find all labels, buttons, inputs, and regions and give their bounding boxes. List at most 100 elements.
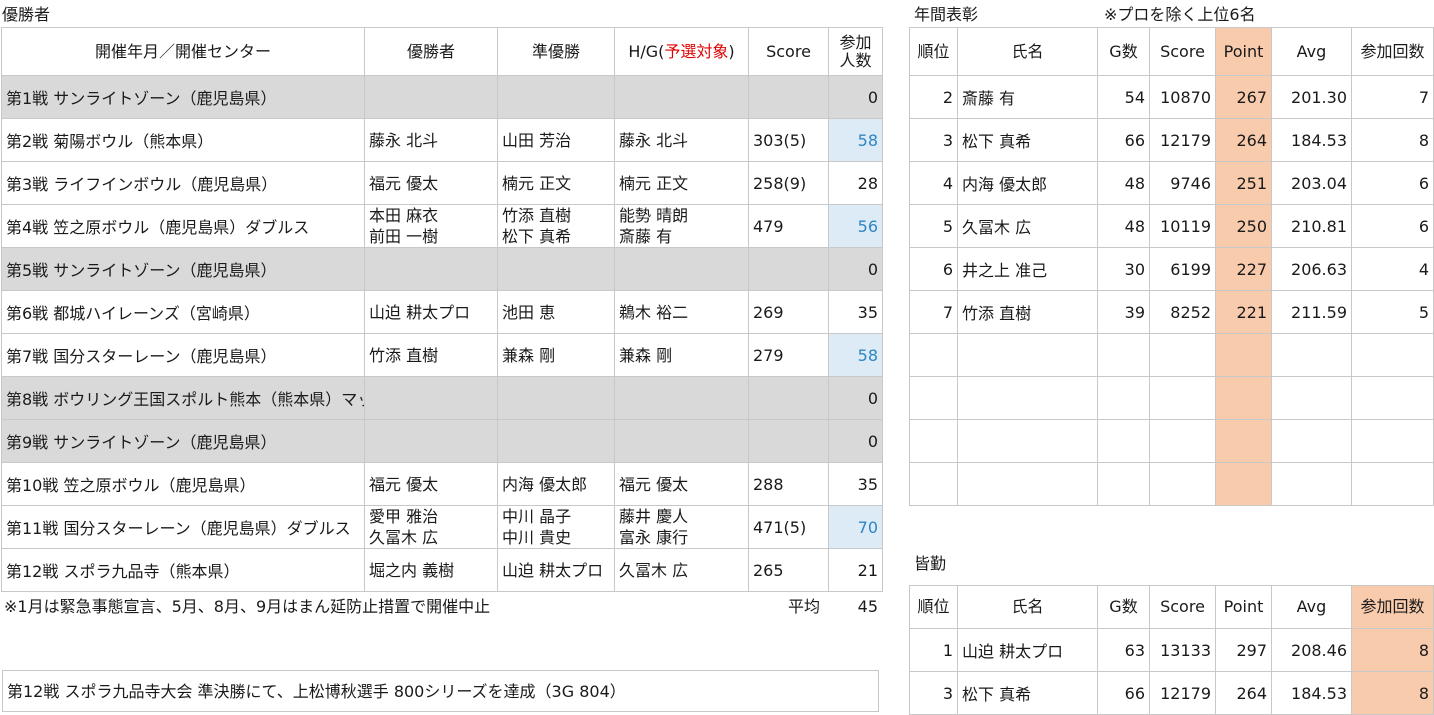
winner-name: 福元 優太 <box>369 474 439 494</box>
score-cell <box>748 247 829 291</box>
rank-cell: 6 <box>909 247 958 291</box>
avg-cell: 201.30 <box>1271 75 1352 119</box>
winner-name: 山迫 耕太プロ <box>369 302 471 322</box>
achievement-note: 第12戦 スポラ九品寺大会 準決勝にて、上松博秋選手 800シリーズを達成（3G… <box>2 670 879 712</box>
header-winner: 優勝者 <box>364 27 498 76</box>
hg-cell: 藤井 慶人 富永 康行 <box>614 505 749 549</box>
hg-cell: 楠元 正文 <box>614 161 749 205</box>
score-cell: 10119 <box>1149 204 1216 248</box>
point-cell <box>1215 333 1272 377</box>
runner-up-cell: 池田 恵 <box>497 290 615 334</box>
runner-up-cell: 山迫 耕太プロ <box>497 548 615 592</box>
point-cell <box>1215 376 1272 420</box>
hg-name: 鵜木 裕二 <box>619 302 689 322</box>
avg-cell <box>1271 376 1352 420</box>
runner-up-name: 松下 真希 <box>502 227 572 246</box>
table-row: 第7戦 国分スターレーン（鹿児島県） 竹添 直樹 兼森 剛 兼森 剛 279 58 <box>1 333 883 377</box>
score-cell: 258(9) <box>748 161 829 205</box>
score-cell <box>1149 419 1216 463</box>
score-cell: 269 <box>748 290 829 334</box>
winner-name: 竹添 直樹 <box>369 345 439 365</box>
score-cell: 9746 <box>1149 161 1216 205</box>
rank-cell: 5 <box>909 204 958 248</box>
winner-name: 愛甲 雅治 <box>369 507 439 526</box>
header-avg: Avg <box>1271 585 1352 629</box>
winner-cell: 福元 優太 <box>364 462 498 506</box>
annual-table: 順位 氏名 G数 Score Point Avg 参加回数 2 斎藤 有 54 10870 267 2… <box>909 27 1434 506</box>
table-row <box>909 333 1434 377</box>
runner-up-name: 池田 恵 <box>502 302 556 322</box>
winner-name: 久冨木 広 <box>369 528 439 547</box>
winner-cell <box>364 376 498 420</box>
point-cell <box>1215 419 1272 463</box>
participants-cell: 56 <box>828 204 883 248</box>
score-cell: 6199 <box>1149 247 1216 291</box>
runner-up-name: 楠元 正文 <box>502 173 572 193</box>
winner-name: 本田 麻衣 <box>369 206 439 225</box>
avg-cell: 210.81 <box>1271 204 1352 248</box>
attendance-cell <box>1351 333 1434 377</box>
score-cell: 12179 <box>1149 118 1216 162</box>
header-name: 氏名 <box>957 27 1098 76</box>
score-cell <box>1149 462 1216 506</box>
rank-cell <box>909 462 958 506</box>
table-row: 第10戦 笠之原ボウル（鹿児島県） 福元 優太 内海 優太郎 福元 優太 288 35 <box>1 462 883 506</box>
name-cell: 竹添 直樹 <box>957 290 1098 334</box>
winners-title: 優勝者 <box>2 5 51 24</box>
rank-cell: 3 <box>909 118 958 162</box>
header-hg-suffix: ) <box>728 41 735 61</box>
rank-cell: 7 <box>909 290 958 334</box>
avg-cell: 208.46 <box>1271 628 1352 672</box>
winner-name: 前田 一樹 <box>369 227 439 246</box>
score-cell: 13133 <box>1149 628 1216 672</box>
header-event: 開催年月／開催センター <box>1 27 365 76</box>
header-name: 氏名 <box>957 585 1098 629</box>
event-cell: 第1戦 サンライトゾーン（鹿児島県） <box>1 75 365 119</box>
winner-name: 藤永 北斗 <box>369 130 439 150</box>
winner-cell: 竹添 直樹 <box>364 333 498 377</box>
header-hg-qualifier: 予選対象 <box>664 41 729 61</box>
runner-up-name: 山迫 耕太プロ <box>502 560 604 580</box>
games-cell <box>1097 376 1150 420</box>
annual-subtitle: ※プロを除く上位6名 <box>1104 5 1256 24</box>
name-cell <box>957 419 1098 463</box>
score-cell: 12179 <box>1149 671 1216 715</box>
name-cell <box>957 376 1098 420</box>
hg-cell: 兼森 剛 <box>614 333 749 377</box>
participants-cell: 0 <box>828 247 883 291</box>
point-cell: 267 <box>1215 75 1272 119</box>
participants-cell: 28 <box>828 161 883 205</box>
winners-footnote: ※1月は緊急事態宣言、5月、8月、9月はまん延防止措置で開催中止 <box>4 597 491 616</box>
header-avg: Avg <box>1271 27 1352 76</box>
table-row: 第9戦 サンライトゾーン（鹿児島県） 0 <box>1 419 883 463</box>
score-cell: 8252 <box>1149 290 1216 334</box>
header-point: Point <box>1215 585 1272 629</box>
point-cell <box>1215 462 1272 506</box>
table-row: 第2戦 菊陽ボウル（熊本県） 藤永 北斗 山田 芳治 藤永 北斗 303(5) 58 <box>1 118 883 162</box>
avg-cell: 184.53 <box>1271 671 1352 715</box>
avg-cell: 206.63 <box>1271 247 1352 291</box>
table-row: 第11戦 国分スターレーン（鹿児島県）ダブルス 愛甲 雅治 久冨木 広中川 晶子 中川… <box>1 505 883 549</box>
score-cell <box>1149 333 1216 377</box>
header-hg-prefix: H/G( <box>628 41 665 61</box>
table-row: 第4戦 笠之原ボウル（鹿児島県）ダブルス 本田 麻衣 前田 一樹 竹添 直樹 松下 真希… <box>1 204 883 248</box>
runner-up-name: 山田 芳治 <box>502 130 572 150</box>
table-row: 第1戦 サンライトゾーン（鹿児島県） 0 <box>1 75 883 119</box>
point-cell: 264 <box>1215 118 1272 162</box>
header-participants: 参加 人数 <box>828 27 883 76</box>
table-row: 3 松下 真希 66 12179 264 184.53 8 <box>909 118 1434 162</box>
table-row: 4 内海 優太郎 48 9746 251 203.04 6 <box>909 161 1434 205</box>
table-row <box>909 376 1434 420</box>
runner-up-cell <box>497 419 615 463</box>
runner-up-name: 兼森 剛 <box>502 345 556 365</box>
score-cell: 265 <box>748 548 829 592</box>
winner-cell: 愛甲 雅治久冨木 広 <box>364 505 498 549</box>
runner-up-name: 竹添 直樹 <box>502 206 572 225</box>
header-participants-line1: 参加 <box>839 32 872 52</box>
header-score: Score <box>748 27 829 76</box>
name-cell <box>957 333 1098 377</box>
participants-cell: 35 <box>828 462 883 506</box>
name-cell: 斎藤 有 <box>957 75 1098 119</box>
winner-cell: 本田 麻衣前田 一樹 <box>364 204 498 248</box>
games-cell: 63 <box>1097 628 1150 672</box>
